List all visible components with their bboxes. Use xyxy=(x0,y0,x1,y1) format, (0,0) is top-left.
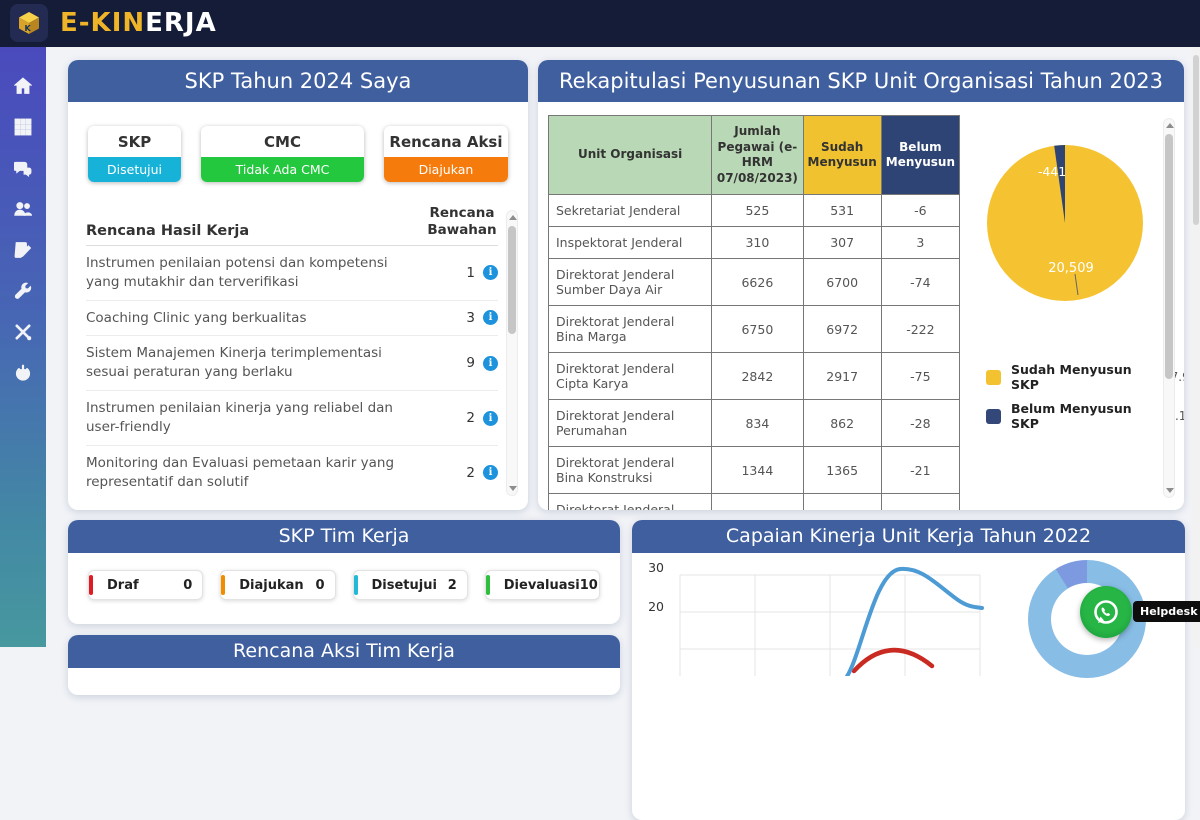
list-item: Monitoring dan Evaluasi pemetaan karir y… xyxy=(86,446,498,498)
table-row: Direktorat Jenderal Pembiayaan Infrastru… xyxy=(549,494,960,510)
count: 2 xyxy=(466,465,475,481)
capaian-title: Capaian Kinerja Unit Kerja Tahun 2022 xyxy=(632,520,1185,553)
list-item: Coaching Clinic yang berkualitas 3i xyxy=(86,301,498,337)
count: 2 xyxy=(466,410,475,426)
table-row: Sekretariat Jenderal525531-6 xyxy=(549,195,960,227)
count: 9 xyxy=(466,355,475,371)
skp-status-button[interactable]: SKP Disetujui xyxy=(88,126,181,182)
app-logo[interactable]: K E-KINERJA xyxy=(10,4,217,42)
svg-text:K: K xyxy=(25,24,32,33)
list-col-header-left: Rencana Hasil Kerja xyxy=(86,223,249,239)
list-item: Sistem Manajemen Kinerja terimplementasi… xyxy=(86,336,498,391)
scrollbar-thumb[interactable] xyxy=(1165,134,1173,379)
tools-icon[interactable] xyxy=(14,323,32,341)
home-icon[interactable] xyxy=(14,77,32,95)
rencana-aksi-card: Rencana Aksi Tim Kerja xyxy=(68,635,620,695)
status-label: SKP xyxy=(88,126,181,157)
info-icon[interactable]: i xyxy=(483,411,498,426)
list-item: Instrumen penilaian potensi dan kompeten… xyxy=(86,246,498,301)
capaian-kinerja-card: Capaian Kinerja Unit Kerja Tahun 2022 30… xyxy=(632,520,1185,820)
info-icon[interactable]: i xyxy=(483,310,498,325)
table-row: Direktorat Jenderal Perumahan834862-28 xyxy=(549,400,960,447)
table-row: Direktorat Jenderal Cipta Karya28422917-… xyxy=(549,353,960,400)
whatsapp-button[interactable] xyxy=(1080,586,1132,638)
brand-secondary: ERJA xyxy=(145,8,217,38)
count: 1 xyxy=(466,265,475,281)
red-series-line xyxy=(854,650,932,671)
status-badge: Diajukan xyxy=(384,157,508,182)
legend-swatch-navy xyxy=(986,409,1001,424)
status-badge: Tidak Ada CMC xyxy=(201,157,364,182)
col-header-belum: Belum Menyusun xyxy=(881,116,959,195)
page-scrollbar-thumb[interactable] xyxy=(1193,55,1199,225)
cmc-status-button[interactable]: CMC Tidak Ada CMC xyxy=(201,126,364,182)
scrollbar-thumb[interactable] xyxy=(508,226,516,334)
skp-saya-title: SKP Tahun 2024 Saya xyxy=(68,60,528,102)
whatsapp-icon xyxy=(1091,597,1121,627)
rekap-title: Rekapitulasi Penyusunan SKP Unit Organis… xyxy=(538,60,1184,102)
count: 3 xyxy=(466,310,475,326)
list-scrollbar[interactable] xyxy=(506,210,518,496)
legend-item[interactable]: Sudah Menyusun SKP 97.9% xyxy=(986,362,1184,392)
comments-icon[interactable] xyxy=(14,159,32,177)
tim-kerja-stats: Draf0 Diajukan0 Disetujui2 Dievaluasi10 xyxy=(68,553,620,600)
helpdesk-label[interactable]: Helpdesk xyxy=(1133,601,1200,622)
list-col-header-right: Rencana Bawahan xyxy=(426,205,498,239)
sidebar-nav xyxy=(0,47,46,647)
wrench-icon[interactable] xyxy=(14,282,32,300)
col-header-unit: Unit Organisasi xyxy=(549,116,712,195)
tim-kerja-title: SKP Tim Kerja xyxy=(68,520,620,553)
page-scrollbar[interactable] xyxy=(1192,47,1200,647)
rencana-hasil-kerja-list: Rencana Hasil Kerja Rencana Bawahan Inst… xyxy=(86,205,498,498)
line-chart xyxy=(632,556,992,676)
list-item: Instrumen penilaian kinerja yang reliabe… xyxy=(86,391,498,446)
stat-diajukan[interactable]: Diajukan0 xyxy=(220,570,335,600)
info-icon[interactable]: i xyxy=(483,465,498,480)
pie-label-sudah: 20,509 xyxy=(1048,261,1094,276)
topbar: K E-KINERJA xyxy=(0,0,1200,47)
table-row: Direktorat Jenderal Bina Marga67506972-2… xyxy=(549,306,960,353)
legend-item[interactable]: Belum Menyusun SKP -2.1% xyxy=(986,401,1184,431)
rencana-aksi-status-button[interactable]: Rencana Aksi Diajukan xyxy=(384,126,508,182)
status-row: SKP Disetujui CMC Tidak Ada CMC Rencana … xyxy=(68,102,528,182)
rekap-scrollbar[interactable] xyxy=(1163,118,1175,498)
status-label: Rencana Aksi xyxy=(384,126,508,157)
skp-pie-chart: -441 20,509 xyxy=(985,143,1145,303)
brand-primary: E-KIN xyxy=(60,8,145,38)
file-edit-icon[interactable] xyxy=(14,241,32,259)
col-header-sudah: Sudah Menyusun xyxy=(803,116,881,195)
rencana-aksi-title: Rencana Aksi Tim Kerja xyxy=(68,635,620,668)
stat-disetujui[interactable]: Disetujui2 xyxy=(353,570,468,600)
info-icon[interactable]: i xyxy=(483,356,498,371)
status-label: CMC xyxy=(201,126,364,157)
info-icon[interactable]: i xyxy=(483,265,498,280)
table-row: Inspektorat Jenderal3103073 xyxy=(549,227,960,259)
skp-tim-kerja-card: SKP Tim Kerja Draf0 Diajukan0 Disetujui2… xyxy=(68,520,620,624)
cube-logo-icon: K xyxy=(10,4,48,42)
table-row: Direktorat Jenderal Bina Konstruksi13441… xyxy=(549,447,960,494)
brand-text: E-KINERJA xyxy=(60,8,217,38)
users-icon[interactable] xyxy=(14,200,32,218)
pie-legend: Sudah Menyusun SKP 97.9% Belum Menyusun … xyxy=(986,362,1184,431)
rekap-table: Unit Organisasi Jumlah Pegawai (e-HRM 07… xyxy=(548,115,960,510)
rekap-card: Rekapitulasi Penyusunan SKP Unit Organis… xyxy=(538,60,1184,510)
legend-swatch-yellow xyxy=(986,370,1001,385)
stat-draf[interactable]: Draf0 xyxy=(88,570,203,600)
status-badge: Disetujui xyxy=(88,157,181,182)
power-icon[interactable] xyxy=(14,364,32,382)
pie-label-belum: -441 xyxy=(1038,164,1066,179)
table-row: Direktorat Jenderal Sumber Daya Air66266… xyxy=(549,259,960,306)
col-header-jumlah: Jumlah Pegawai (e-HRM 07/08/2023) xyxy=(712,116,803,195)
skp-saya-card: SKP Tahun 2024 Saya SKP Disetujui CMC Ti… xyxy=(68,60,528,510)
stat-dievaluasi[interactable]: Dievaluasi10 xyxy=(485,570,600,600)
apps-grid-icon[interactable] xyxy=(14,118,32,136)
